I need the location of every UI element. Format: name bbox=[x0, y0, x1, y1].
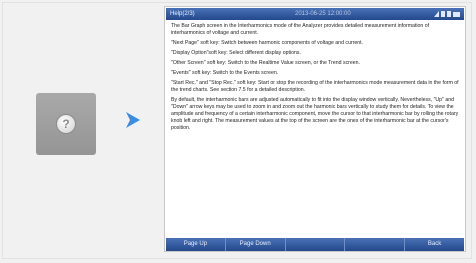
signal-icon bbox=[434, 11, 439, 17]
help-paragraph: "Display Option"soft key: Select differe… bbox=[171, 50, 301, 56]
help-paragraph: The Bar Graph screen in the Interharmoni… bbox=[171, 23, 430, 36]
question-mark-icon: ? bbox=[56, 114, 76, 134]
help-key-tile: ? bbox=[36, 93, 96, 155]
softkey-3[interactable] bbox=[286, 238, 346, 251]
screen-title: Help(2/3) bbox=[170, 11, 195, 17]
help-paragraph: "Next Page" soft key: Switch between har… bbox=[171, 40, 363, 46]
screen-header: Help(2/3) 2013-06-25 12:00:00 bbox=[166, 8, 464, 20]
page-down-softkey[interactable]: Page Down bbox=[226, 238, 286, 251]
help-paragraph: "Start Rec." and "Stop Rec." soft key: S… bbox=[171, 80, 459, 93]
softkey-4[interactable] bbox=[345, 238, 406, 251]
plug-icon bbox=[441, 11, 445, 17]
analyzer-screen: Help(2/3) 2013-06-25 12:00:00 The Bar Gr… bbox=[164, 6, 466, 252]
help-paragraph: "Other Screen" soft key: Switch to the R… bbox=[171, 60, 360, 66]
datetime: 2013-06-25 12:00:00 bbox=[295, 11, 351, 17]
help-text: The Bar Graph screen in the Interharmoni… bbox=[171, 23, 459, 235]
memory-icon bbox=[447, 11, 451, 17]
status-icons bbox=[434, 11, 460, 17]
help-paragraph: "Events" soft key: Switch to the Events … bbox=[171, 70, 279, 76]
arrow-right-icon bbox=[126, 112, 140, 128]
page-up-softkey[interactable]: Page Up bbox=[166, 238, 226, 251]
battery-icon bbox=[453, 12, 460, 17]
softkey-bar: Page Up Page Down Back bbox=[166, 238, 464, 251]
help-paragraph: By default, the interharmonic bars are a… bbox=[171, 97, 459, 131]
back-softkey[interactable]: Back bbox=[405, 238, 464, 251]
